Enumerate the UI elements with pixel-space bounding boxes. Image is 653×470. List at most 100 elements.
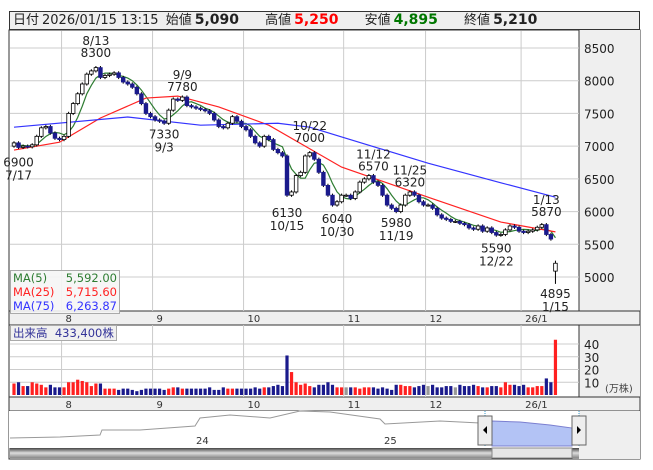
navigator[interactable]: 24 25 [9, 410, 640, 459]
volume-bar [303, 383, 307, 395]
candlestick [252, 134, 258, 145]
navigator-year-label: 24 [196, 436, 209, 447]
volume-bar [107, 388, 112, 395]
price-annotation: 598011/19 [379, 216, 414, 243]
candle-body [539, 224, 544, 228]
volume-bar [426, 386, 430, 395]
month-label-bottom: 10 [248, 400, 261, 411]
volume-bar [517, 386, 521, 395]
candlestick [230, 115, 235, 125]
candle-body [121, 77, 126, 83]
candle-body [480, 225, 485, 232]
annotation-value: 5870 [531, 205, 562, 219]
volume-bar [321, 384, 325, 395]
candle-body [43, 126, 49, 129]
month-label-bottom: 9 [157, 400, 163, 411]
candle-body [330, 194, 335, 206]
candle-body [525, 230, 531, 233]
candlestick [339, 193, 344, 204]
volume-bar [308, 386, 312, 395]
candle-body [280, 152, 285, 157]
price-annotation: 11/126570 [356, 147, 391, 173]
volume-bar [185, 388, 189, 395]
candlestick [330, 193, 335, 207]
price-annotation: 10/227000 [292, 119, 327, 145]
candlestick [216, 118, 221, 129]
volume-bar [485, 387, 489, 395]
candle-body [339, 194, 344, 203]
candle-body [239, 120, 244, 127]
candle-body [466, 224, 472, 229]
volume-bar [421, 384, 426, 395]
candle-body [211, 113, 217, 121]
volume-bar [403, 386, 407, 395]
candle-body [75, 93, 80, 105]
volume-bar [217, 389, 221, 395]
candle-body [362, 178, 367, 183]
candlestick [143, 101, 149, 116]
candle-body [371, 175, 376, 183]
candlestick [316, 157, 322, 174]
candle-body [448, 219, 453, 222]
candle-body [530, 229, 535, 232]
navigator-scrollbar-thumb[interactable] [491, 447, 573, 459]
volume-bar [249, 388, 253, 395]
candlestick [75, 92, 80, 106]
annotation-value: 8300 [81, 46, 112, 60]
volume-bar [531, 387, 535, 395]
price-tick-label: 6500 [584, 173, 615, 187]
candlestick [139, 92, 144, 106]
navigator-year-label: 25 [384, 436, 397, 447]
volume-bar [258, 388, 262, 395]
candlestick [302, 154, 308, 174]
candle-body [262, 135, 267, 147]
stock-chart-widget: 日付 2026/01/15 13:15 始値 5,090 高値 5,250 安値 4,8… [0, 0, 653, 470]
navigator-right-handle[interactable] [571, 415, 587, 446]
volume-bar [121, 388, 125, 395]
candle-body [234, 116, 240, 122]
candle-body [111, 72, 117, 75]
candle-body [412, 191, 417, 196]
volume-bar [330, 384, 335, 395]
price-annotation: 11/256320 [393, 164, 428, 190]
volume-bar [171, 387, 175, 395]
volume-bar [367, 387, 371, 395]
candlestick [84, 72, 89, 86]
price-tick-label: 7500 [584, 107, 615, 121]
price-annotation: 69007/17 [3, 156, 34, 183]
month-label-top: 26/1 [525, 314, 547, 325]
candle-body [284, 155, 290, 196]
candle-body [184, 96, 190, 106]
volume-bar [230, 388, 234, 395]
volume-bar [235, 388, 239, 395]
volume-bar [553, 339, 558, 395]
candle-body [375, 181, 381, 186]
candle-body [312, 152, 317, 160]
candle-body [416, 194, 422, 203]
price-annotation: 559012/22 [479, 241, 514, 268]
candle-body [430, 204, 435, 209]
volume-bar [467, 386, 471, 395]
volume-bar [453, 387, 457, 395]
navigator-left-handle[interactable] [477, 415, 493, 446]
volume-bar [203, 388, 207, 395]
annotation-date: 10/30 [320, 225, 355, 239]
candle-body [107, 73, 112, 76]
volume-bar [326, 382, 330, 395]
candlestick [98, 65, 103, 80]
candlestick [353, 190, 358, 201]
volume-bar [371, 387, 376, 395]
volume-bar [276, 384, 280, 395]
annotation-value: 7000 [294, 131, 325, 145]
candlestick [66, 111, 71, 138]
volume-bar [98, 383, 103, 395]
chart-canvas[interactable]: 69007/178/13830073309/39/97780613010/151… [0, 0, 653, 470]
volume-bar [212, 389, 216, 395]
candle-body [116, 72, 121, 78]
price-tick-label: 5500 [584, 238, 615, 252]
candle-body [516, 226, 522, 232]
annotation-date: 1/15 [542, 300, 569, 314]
candle-body [171, 98, 176, 111]
candle-body [271, 139, 276, 150]
candle-body [216, 119, 221, 127]
